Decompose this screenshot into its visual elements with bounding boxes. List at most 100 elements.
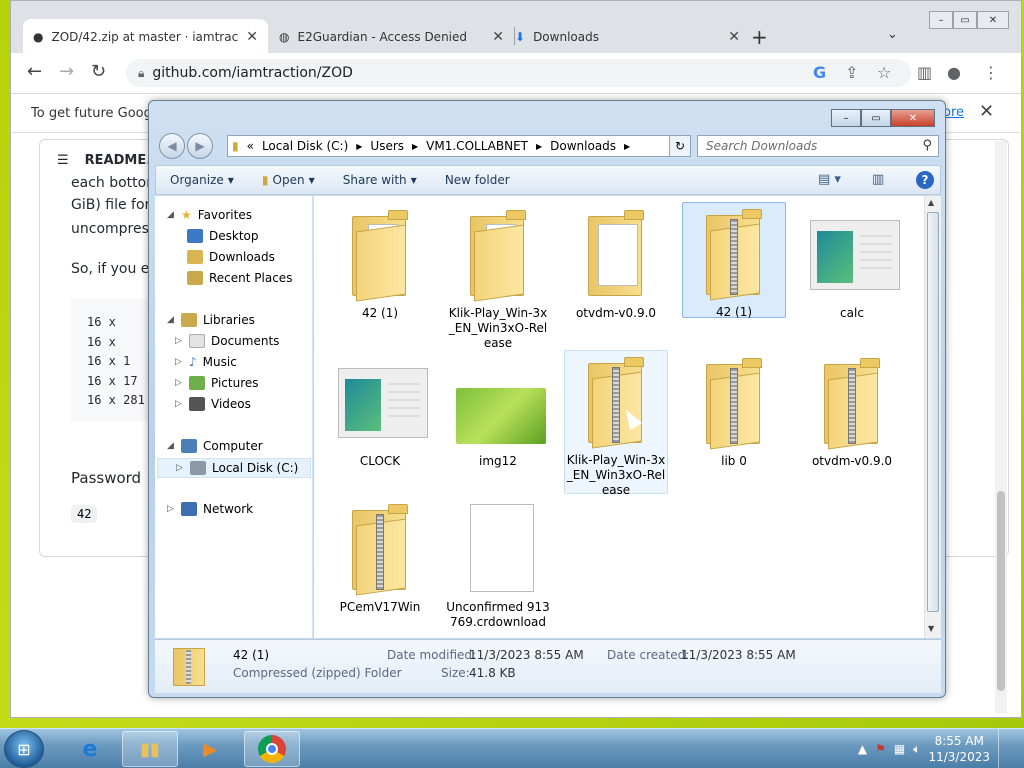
file-item[interactable]: 42 (1) [328,204,432,321]
expand-arrow-icon[interactable]: ▷ [167,504,175,514]
collapse-arrow-icon[interactable]: ◢ [167,210,175,220]
expand-arrow-icon[interactable]: ▷ [175,336,183,346]
file-item[interactable]: otvdm-v0.9.0 [564,204,668,321]
share-with-button[interactable]: Share with ▼ [329,173,431,187]
profile-icon[interactable]: ● [947,63,961,82]
organize-button[interactable]: Organize ▼ [156,173,248,187]
file-list-scrollbar[interactable]: ▲ ▼ [924,196,941,638]
file-item[interactable]: Unconfirmed 913769.crdownload [446,498,550,630]
expand-arrow-icon[interactable]: ▷ [175,378,183,388]
close-button[interactable]: ✕ [977,11,1009,29]
file-name: Klik-Play_Win-3x_EN_Win3xO-Release [566,453,666,497]
nav-recent-places[interactable]: Recent Places [187,271,292,285]
nav-downloads[interactable]: Downloads [187,250,275,264]
show-desktop-button[interactable] [998,729,1010,768]
collapse-arrow-icon[interactable]: ◢ [167,441,175,451]
tab-zod[interactable]: ● ZOD/42.zip at master · iamtraction ✕ [23,19,268,55]
preview-pane-icon[interactable]: ▥ [872,172,884,187]
back-arrow-icon[interactable]: ◀ [159,133,185,159]
file-item[interactable]: lib 0 [682,352,786,469]
new-tab-button[interactable]: + [751,25,768,49]
maximize-button[interactable]: ▭ [953,11,977,29]
refresh-icon[interactable]: ↻ [669,135,691,157]
show-hidden-icons-icon[interactable]: ▲ [858,742,867,756]
file-item[interactable]: calc [800,204,904,321]
expand-arrow-icon[interactable]: ▷ [175,357,183,367]
list-icon[interactable]: ☰ [57,153,69,168]
scroll-up-arrow-icon[interactable]: ▲ [928,198,934,207]
breadcrumb-arrow-icon[interactable]: ▶ [356,142,362,151]
clock[interactable]: 8:55 AM 11/3/2023 [928,733,990,765]
expand-arrow-icon[interactable]: ▷ [176,463,184,473]
share-icon[interactable]: ⇪ [845,63,858,82]
view-options-icon[interactable]: ▤ ▾ [818,172,841,187]
volume-muted-icon[interactable]: 🔈︎ [913,742,920,757]
file-item[interactable]: img12 [446,352,550,469]
scroll-down-arrow-icon[interactable]: ▼ [928,624,934,633]
nav-videos[interactable]: ▷ Videos [175,397,251,411]
address-bar[interactable]: 🔒︎ github.com/iamtraction/ZOD [126,59,911,87]
nav-desktop[interactable]: Desktop [187,229,259,243]
maximize-button[interactable]: ▭ [861,109,891,127]
close-infobar-icon[interactable]: ✕ [979,101,994,122]
chrome-taskbar-button[interactable] [244,731,300,767]
nav-libraries[interactable]: ◢ Libraries [167,313,255,327]
explorer-taskbar-button[interactable]: ▮▮ [122,731,178,767]
back-arrow-icon[interactable]: ← [27,61,42,82]
breadcrumb-vm1[interactable]: VM1.COLLABNET [426,139,528,153]
file-item[interactable]: CLOCK [328,352,432,469]
open-button[interactable]: ▮ Open ▼ [248,173,329,187]
help-icon[interactable]: ? [916,171,934,189]
close-tab-icon[interactable]: ✕ [492,29,504,45]
tab-downloads[interactable]: ⬇ Downloads ✕ [505,19,750,55]
side-panel-icon[interactable]: ▥ [917,63,932,82]
google-icon[interactable]: G [813,63,826,82]
nav-documents[interactable]: ▷ Documents [175,334,279,348]
nav-music[interactable]: ▷ ♪ Music [175,355,237,369]
minimize-button[interactable]: – [929,11,953,29]
file-item[interactable]: Klik-Play_Win-3x_EN_Win3xO-Release [446,204,550,351]
page-scrollbar-thumb[interactable] [997,491,1005,691]
breadcrumb-overflow[interactable]: « [247,139,254,153]
breadcrumb-arrow-icon[interactable]: ▶ [624,142,630,151]
file-item[interactable]: 42 (1) [682,202,786,319]
tab-e2guardian[interactable]: ◍ E2Guardian - Access Denied ✕ [269,19,514,55]
expand-arrow-icon[interactable]: ▷ [175,399,183,409]
file-item[interactable]: PCemV17Win [328,498,432,615]
forward-arrow-icon[interactable]: ▶ [187,133,213,159]
action-center-icon[interactable]: ⚑ [875,742,886,756]
minimize-button[interactable]: – [831,109,861,127]
new-folder-button[interactable]: New folder [431,173,524,187]
bookmark-star-icon[interactable]: ☆ [877,63,891,82]
media-player-icon[interactable]: ▶ [182,731,238,767]
nav-local-disk[interactable]: ▷ Local Disk (C:) [157,458,311,478]
close-button[interactable]: ✕ [891,109,935,127]
search-icon[interactable]: ⚲ [922,138,932,153]
start-button[interactable]: ⊞ [4,730,44,768]
infobar-link[interactable]: ore [943,105,964,120]
breadcrumb-arrow-icon[interactable]: ▶ [536,142,542,151]
reload-icon[interactable]: ↻ [91,61,106,82]
breadcrumb-arrow-icon[interactable]: ▶ [412,142,418,151]
collapse-arrow-icon[interactable]: ◢ [167,315,175,325]
file-item[interactable]: Klik-Play_Win-3x_EN_Win3xO-Release [564,350,668,497]
breadcrumb-downloads[interactable]: Downloads [550,139,616,153]
nav-network[interactable]: ▷ Network [167,502,253,516]
file-item[interactable]: otvdm-v0.9.0 [800,352,904,469]
explorer-address-bar[interactable]: ▮ « Local Disk (C:) ▶ Users ▶ VM1.COLLAB… [227,135,689,157]
page-scrollbar[interactable] [995,141,1007,713]
nav-favorites[interactable]: ◢ ★ Favorites [167,208,252,222]
internet-explorer-icon[interactable]: e [62,731,118,767]
menu-kebab-icon[interactable]: ⋮ [983,63,999,82]
nav-computer[interactable]: ◢ Computer [167,439,263,453]
nav-pictures[interactable]: ▷ Pictures [175,376,259,390]
network-status-icon[interactable]: ▦ [894,742,905,756]
forward-arrow-icon[interactable]: → [59,61,74,82]
breadcrumb-local-disk[interactable]: Local Disk (C:) [262,139,348,153]
tab-search-chevron-icon[interactable]: ⌄ [887,27,898,42]
close-tab-icon[interactable]: ✕ [728,29,740,45]
search-input[interactable]: Search Downloads ⚲ [697,135,939,157]
close-tab-icon[interactable]: ✕ [246,29,258,45]
file-list-scrollbar-thumb[interactable] [927,212,939,612]
breadcrumb-users[interactable]: Users [370,139,404,153]
